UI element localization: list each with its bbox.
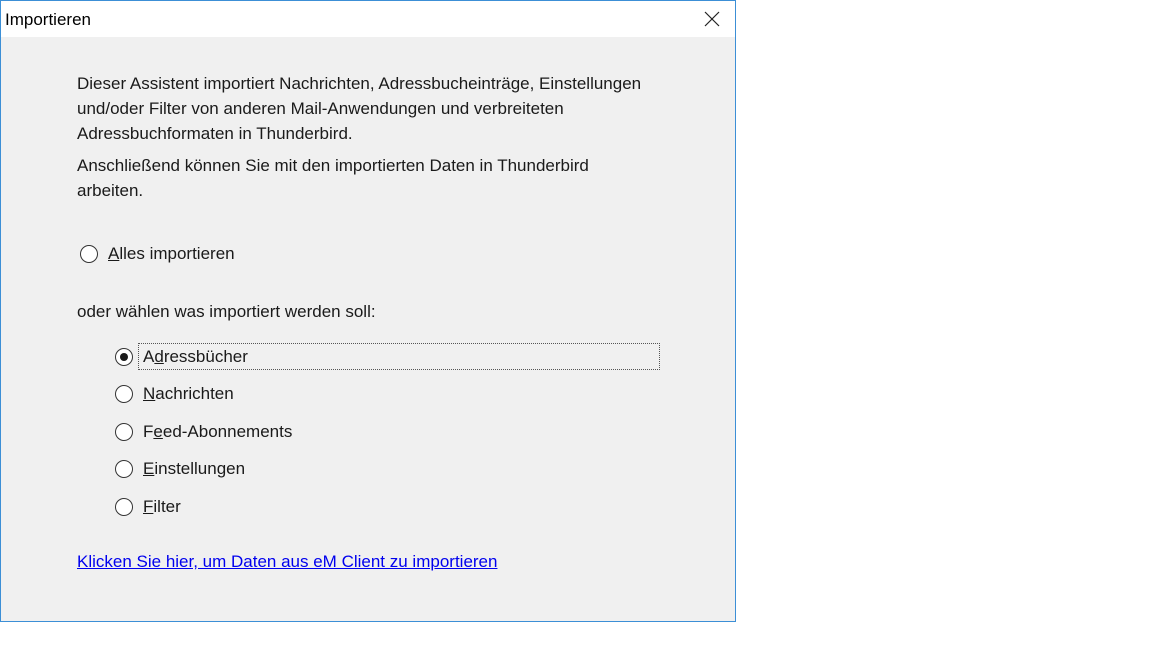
title-bar: Importieren — [1, 1, 735, 37]
radio-address-books-circle[interactable] — [115, 348, 133, 366]
radio-messages[interactable]: Nachrichten — [115, 384, 234, 404]
radio-messages-circle[interactable] — [115, 385, 133, 403]
radio-address-books-label: Adressbücher — [143, 347, 248, 366]
radio-settings[interactable]: Einstellungen — [115, 459, 245, 479]
dialog-content: Dieser Assistent importiert Nachrichten,… — [1, 37, 735, 621]
radio-feed-subscriptions-label: Feed-Abonnements — [143, 422, 293, 441]
intro-paragraph-2: Anschließend können Sie mit den importie… — [77, 156, 589, 200]
radio-messages-label: Nachrichten — [143, 384, 234, 403]
close-icon — [704, 11, 720, 27]
close-button[interactable] — [689, 1, 735, 37]
em-client-import-link[interactable]: Klicken Sie hier, um Daten aus eM Client… — [77, 552, 497, 572]
radio-filters-circle[interactable] — [115, 498, 133, 516]
radio-import-all-circle[interactable] — [80, 245, 98, 263]
choose-label: oder wählen was importiert werden soll: — [77, 302, 376, 321]
radio-address-books[interactable]: Adressbücher — [115, 347, 248, 367]
intro-paragraph-1: Dieser Assistent importiert Nachrichten,… — [77, 74, 642, 143]
radio-import-all[interactable]: Alles importieren — [80, 244, 235, 264]
import-dialog: Importieren Dieser Assistent importiert … — [0, 0, 736, 622]
window-title: Importieren — [5, 10, 91, 29]
radio-filters-label: Filter — [143, 497, 181, 516]
radio-feed-subscriptions[interactable]: Feed-Abonnements — [115, 422, 292, 442]
radio-settings-circle[interactable] — [115, 460, 133, 478]
radio-filters[interactable]: Filter — [115, 497, 181, 517]
radio-settings-label: Einstellungen — [143, 459, 246, 478]
radio-import-all-label: Alles importieren — [108, 244, 235, 263]
radio-feed-subscriptions-circle[interactable] — [115, 423, 133, 441]
